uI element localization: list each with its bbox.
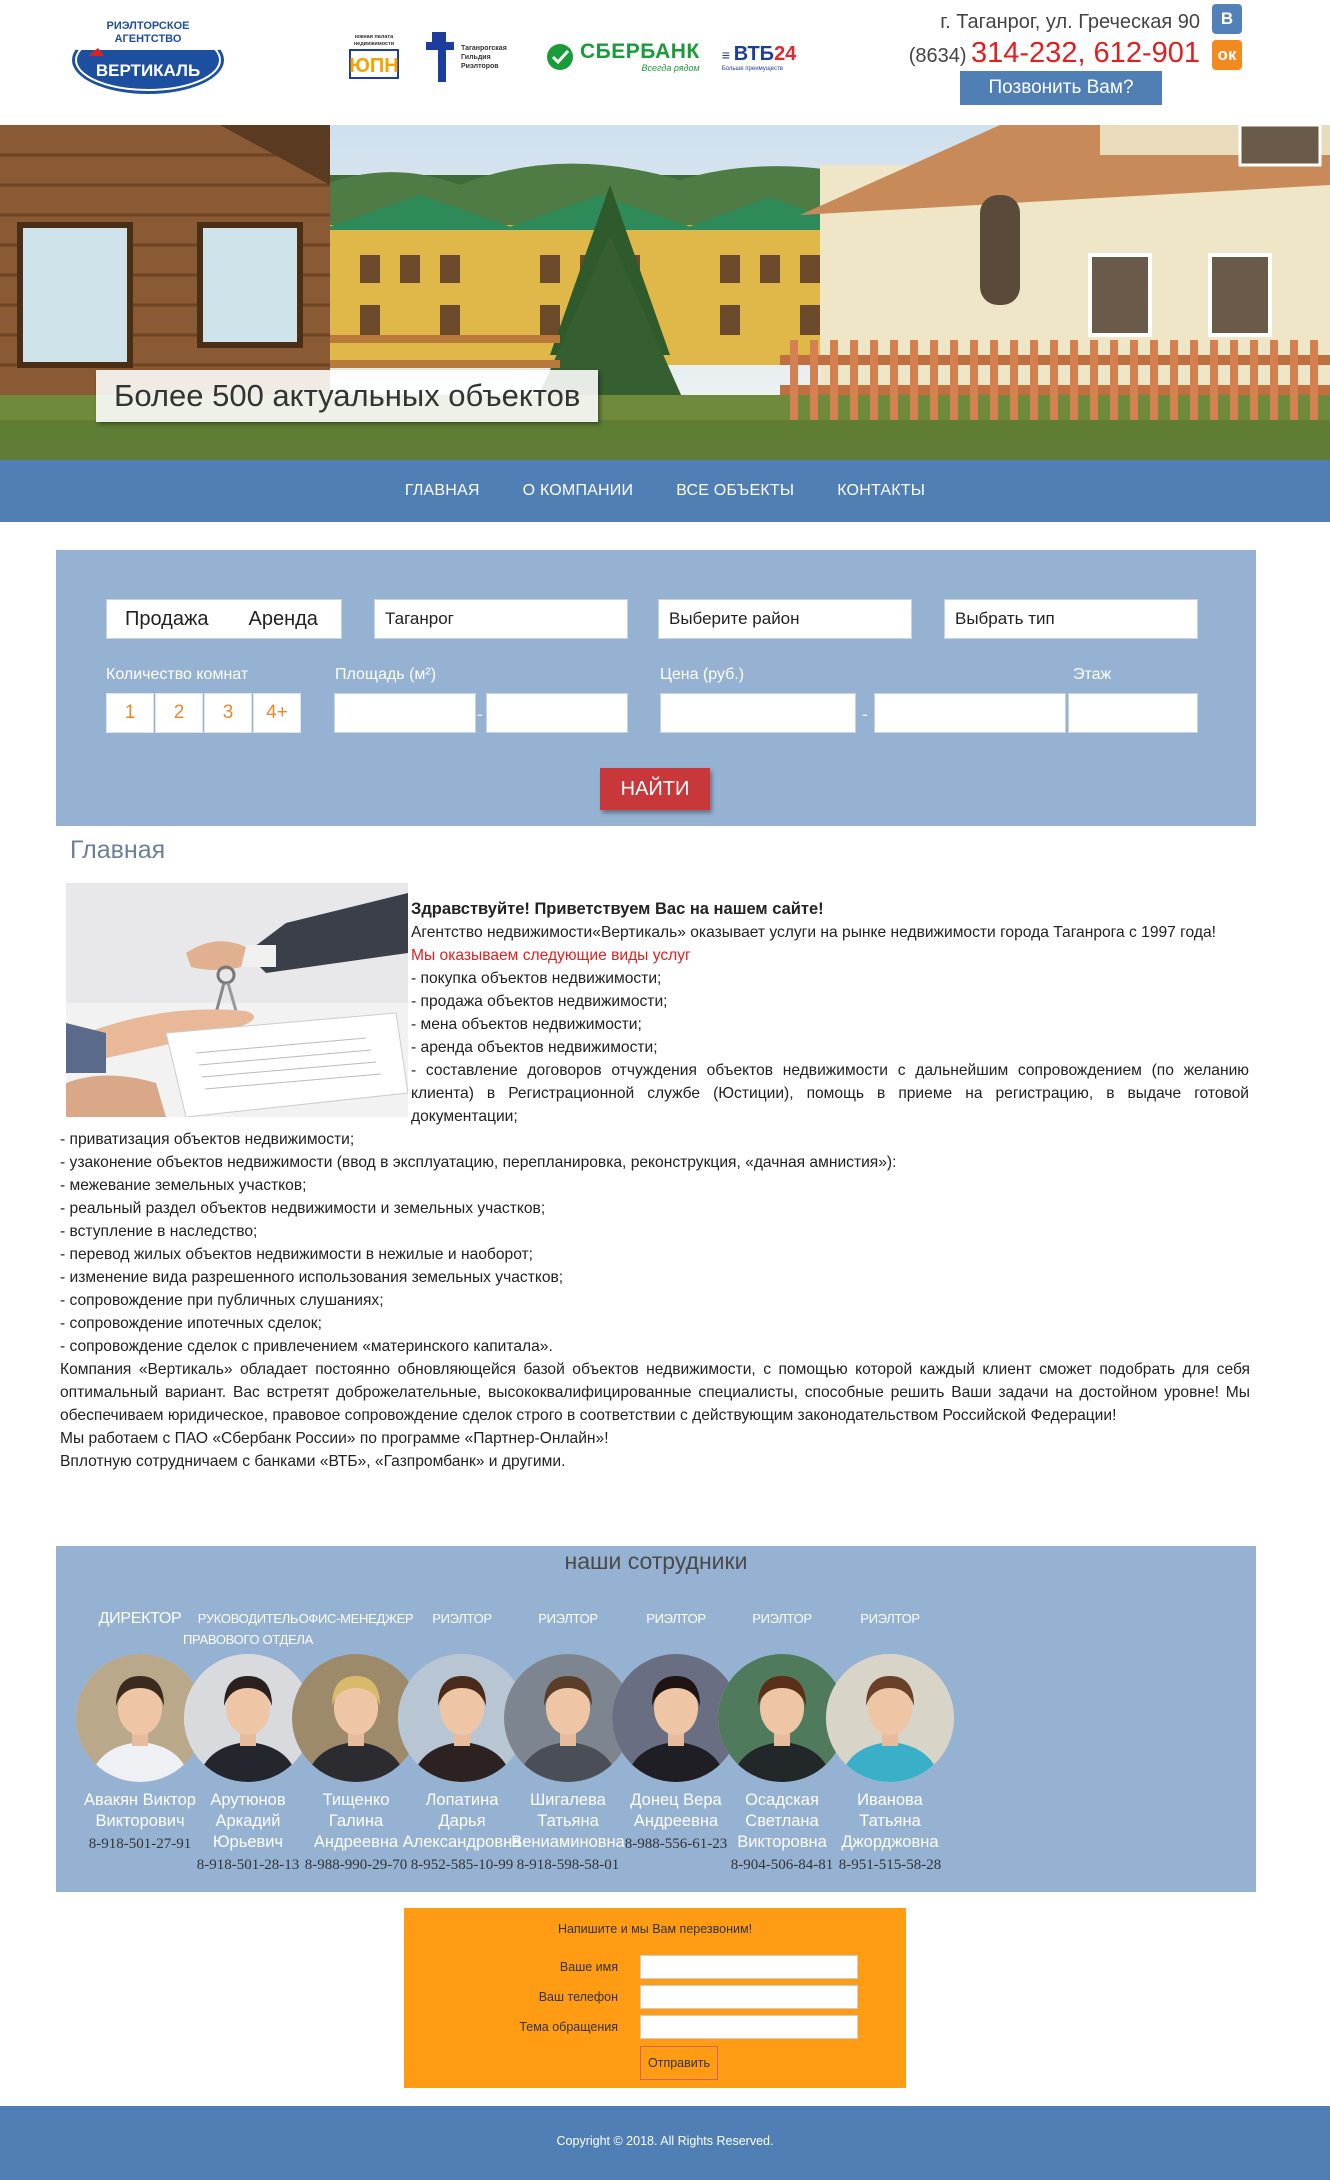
deal-sale-option[interactable]: Продажа (125, 608, 208, 631)
area-from-input[interactable] (334, 693, 476, 733)
callback-button[interactable]: Позвонить Вам? (960, 71, 1162, 105)
partner-vtb24: ≡ ВТБ24 Больше преимуществ (721, 42, 797, 72)
rooms-4plus-button[interactable]: 4+ (253, 693, 301, 733)
topic-label: Тема обращения (519, 2020, 618, 2034)
address: г. Таганрог, ул. Греческая 90 (940, 11, 1200, 33)
staff-member: РИЭЛТОР Иванова Татьяна Джорджовна 8-951-5… (816, 1608, 964, 1876)
staff-title: наши сотрудники (564, 1548, 748, 1574)
area-to-input[interactable] (486, 693, 628, 733)
phones: (8634) 314-232, 612-901 (908, 37, 1200, 69)
nav-home[interactable]: ГЛАВНАЯ (405, 482, 480, 500)
service-item: - реальный раздел объектов недвижимости … (60, 1200, 546, 1217)
service-item: - перевод жилых объектов недвижимости в … (60, 1246, 534, 1263)
banner-caption: Более 500 актуальных объектов (96, 370, 599, 422)
service-item: - узаконение объектов недвижимости (ввод… (60, 1154, 897, 1171)
staff-phone[interactable]: 8-951-515-58-28 (816, 1855, 964, 1876)
agency-logo[interactable]: РИЭЛТОРСКОЕ АГЕНТСТВО ВЕРТИКАЛЬ (68, 12, 228, 98)
floor-input[interactable] (1068, 693, 1198, 733)
service-item: - приватизация объектов недвижимости; (60, 1131, 355, 1148)
services-continued: - приватизация объектов недвижимости; - … (60, 1128, 1250, 1473)
search-panel: Продажа Аренда Таганрог Выберите район В… (56, 550, 1256, 826)
nav-contacts[interactable]: КОНТАКТЫ (837, 482, 925, 500)
staff-photo (826, 1654, 954, 1782)
page-title: Главная (70, 836, 166, 864)
service-item: - сопровождение ипотечных сделок; (60, 1315, 322, 1332)
callback-form: Напишите и мы Вам перезвоним! Ваше имя В… (404, 1908, 906, 2088)
partner-uph: южная палата недвижимости ЮПН (348, 34, 400, 80)
staff-role: РИЭЛТОР (860, 1611, 920, 1626)
contact-block: г. Таганрог, ул. Греческая 90 (8634) 314… (880, 8, 1200, 75)
site-footer: Copyright © 2018. All Rights Reserved. (0, 2106, 1330, 2180)
copyright: Copyright © 2018. All Rights Reserved. (556, 2134, 774, 2148)
sber-logo-icon (547, 44, 573, 70)
svg-text:АГЕНТСТВО: АГЕНТСТВО (115, 33, 182, 45)
service-item: - изменение вида разрешенного использова… (60, 1269, 564, 1286)
tgr-logo-icon (426, 32, 454, 82)
service-item: - сопровождение сделок с привлечением «м… (60, 1338, 553, 1355)
service-item: - сопровождение при публичных слушаниях; (60, 1292, 384, 1309)
phone-input[interactable] (640, 1985, 858, 2009)
service-item: - межевание земельных участков; (60, 1177, 307, 1194)
callback-title: Напишите и мы Вам перезвоним! (557, 1922, 753, 1936)
partner-program-text: Мы работаем с ПАО «Сбербанк России» по п… (60, 1430, 609, 1447)
deal-type-toggle: Продажа Аренда (106, 599, 342, 639)
rooms-3-button[interactable]: 3 (204, 693, 252, 733)
range-dash: - (862, 705, 868, 724)
service-item: - аренда объектов недвижимости; (411, 1039, 658, 1056)
property-type-select[interactable]: Выбрать тип (944, 599, 1198, 639)
price-to-input[interactable] (874, 693, 1066, 733)
submit-button[interactable]: Отправить (640, 2046, 718, 2080)
intro-paragraph: Агентство недвижимости«Вертикаль» оказыв… (411, 924, 1216, 941)
area-label: Площадь (м²) (335, 666, 437, 683)
partner-logos: южная палата недвижимости ЮПН Таганрогск… (348, 22, 818, 92)
staff-section: наши сотрудники ДИРЕКТОР Авакян Виктор Ви… (56, 1546, 1256, 1892)
nav-all-objects[interactable]: ВСЕ ОБЪЕКТЫ (676, 482, 794, 500)
keys-handover-image (66, 883, 408, 1117)
service-item: - составление договоров отчуждения объек… (411, 1062, 1249, 1125)
svg-text:ЮПН: ЮПН (349, 55, 398, 77)
svg-text:РИЭЛТОРСКОЕ: РИЭЛТОРСКОЕ (107, 20, 190, 32)
service-item: - покупка объектов недвижимости; (411, 970, 662, 987)
staff-name: Иванова Татьяна Джорджовна (841, 1791, 939, 1851)
rooms-1-button[interactable]: 1 (106, 693, 154, 733)
rooms-selector: 1 2 3 4+ (106, 693, 301, 733)
deal-rent-option[interactable]: Аренда (248, 608, 317, 631)
range-dash: - (477, 705, 483, 724)
phone-numbers[interactable]: 314-232, 612-901 (971, 37, 1200, 69)
price-label: Цена (руб.) (660, 666, 745, 683)
topic-input[interactable] (640, 2015, 858, 2039)
service-item: - мена объектов недвижимости; (411, 1016, 642, 1033)
phone-label: Ваш телефон (538, 1990, 618, 2004)
services-heading: Мы оказываем следующие виды услуг (411, 947, 691, 964)
rooms-2-button[interactable]: 2 (155, 693, 203, 733)
banks-text: Вплотную сотрудничаем с банками «ВТБ», «… (60, 1453, 566, 1470)
vtb-mark-icon: ≡ (721, 46, 734, 63)
main-nav: ГЛАВНАЯ О КОМПАНИИ ВСЕ ОБЪЕКТЫ КОНТАКТЫ (0, 460, 1330, 522)
uph-logo-icon: ЮПН (349, 49, 399, 79)
floor-label: Этаж (1073, 666, 1112, 683)
nav-about[interactable]: О КОМПАНИИ (523, 482, 634, 500)
find-button[interactable]: НАЙТИ (600, 768, 710, 810)
vk-icon[interactable]: В (1212, 4, 1242, 34)
district-select[interactable]: Выберите район (658, 599, 912, 639)
service-item: - продажа объектов недвижимости; (411, 993, 668, 1010)
name-label: Ваше имя (559, 1960, 618, 1974)
city-select[interactable]: Таганрог (374, 599, 628, 639)
staff-phone[interactable]: 8-918-598-58-01 (494, 1855, 642, 1876)
greeting: Здравствуйте! Приветствуем Вас на нашем … (411, 900, 824, 918)
site-header: РИЭЛТОРСКОЕ АГЕНТСТВО ВЕРТИКАЛЬ южная па… (0, 0, 1330, 125)
ok-icon[interactable]: ок (1212, 40, 1242, 70)
name-input[interactable] (640, 1955, 858, 1979)
intro-text: Здравствуйте! Приветствуем Вас на нашем … (411, 898, 1249, 1128)
logo-name: ВЕРТИКАЛЬ (96, 61, 200, 80)
partner-sberbank: СБЕРБАНК Всегда рядом (545, 41, 700, 73)
service-item: - вступление в наследство; (60, 1223, 258, 1240)
hero-banner: Более 500 актуальных объектов (0, 125, 1330, 460)
rooms-label: Количество комнат (106, 666, 249, 683)
price-from-input[interactable] (660, 693, 856, 733)
about-paragraph: Компания «Вертикаль» обладает постоянно … (60, 1361, 1250, 1424)
partner-tgr: Таганрогская Гильдия Риэлторов (422, 28, 523, 86)
